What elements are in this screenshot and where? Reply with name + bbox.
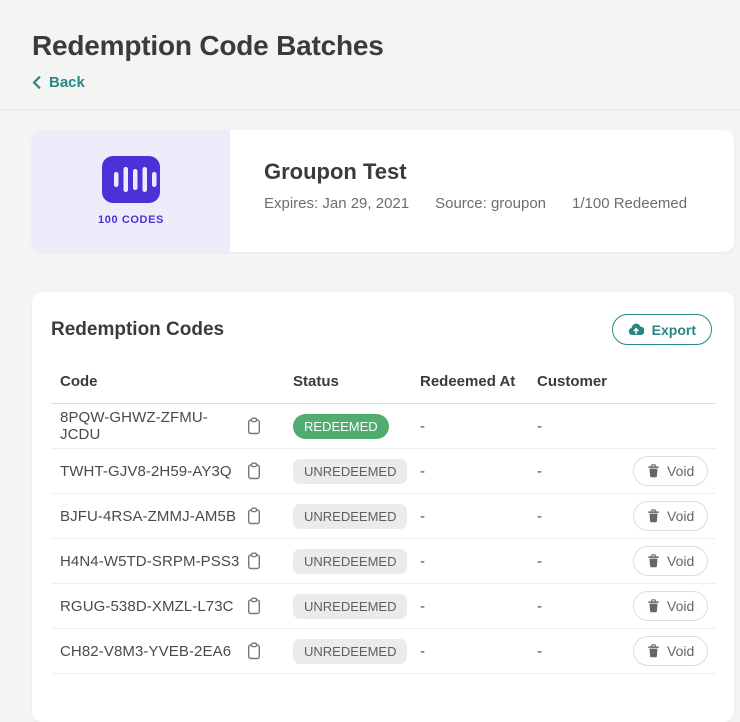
redeemed-at-value: -	[411, 583, 528, 629]
redeemed-at-value: -	[411, 493, 528, 539]
table-row: CH82-V8M3-YVEB-2EA6 UNREDEEMED - - Void	[51, 628, 716, 674]
void-button[interactable]: Void	[633, 501, 709, 531]
void-button[interactable]: Void	[633, 546, 709, 576]
trash-icon	[647, 554, 660, 568]
void-label: Void	[667, 508, 695, 524]
trash-icon	[647, 509, 660, 523]
void-button[interactable]: Void	[633, 591, 709, 621]
table-row: RGUG-538D-XMZL-L73C UNREDEEMED - - Void	[51, 583, 716, 629]
back-label: Back	[49, 74, 85, 91]
table-row: H4N4-W5TD-SRPM-PSS3 UNREDEEMED - - Void	[51, 538, 716, 584]
col-header-actions	[624, 373, 716, 404]
code-value: RGUG-538D-XMZL-L73C	[60, 597, 234, 615]
void-label: Void	[667, 553, 695, 569]
batch-name: Groupon Test	[264, 159, 407, 184]
page-title: Redemption Code Batches	[32, 30, 384, 61]
redeemed-at-value: -	[411, 448, 528, 494]
table-row: BJFU-4RSA-ZMMJ-AM5B UNREDEEMED - - Void	[51, 493, 716, 539]
code-value: H4N4-W5TD-SRPM-PSS3	[60, 552, 240, 570]
batch-expires: Expires: Jan 29, 2021	[264, 195, 410, 212]
codes-table-body: 8PQW-GHWZ-ZFMU-JCDU REDEEMED - - TWHT-GJ…	[51, 403, 716, 674]
customer-value: -	[528, 628, 624, 674]
codes-card-header: Redemption Codes Export	[32, 292, 734, 345]
table-row: TWHT-GJV8-2H59-AY3Q UNREDEEMED - - Void	[51, 448, 716, 494]
void-label: Void	[667, 463, 695, 479]
customer-value: -	[528, 403, 624, 449]
redeemed-at-value: -	[411, 538, 528, 584]
batch-source: Source: groupon	[435, 195, 547, 212]
code-value: BJFU-4RSA-ZMMJ-AM5B	[60, 507, 237, 525]
code-value: 8PQW-GHWZ-ZFMU-JCDU	[60, 409, 208, 443]
customer-value: -	[528, 493, 624, 539]
clipboard-icon[interactable]	[247, 417, 261, 435]
status-badge: UNREDEEMED	[293, 638, 408, 664]
col-header-customer: Customer	[528, 373, 624, 404]
status-badge: UNREDEEMED	[293, 503, 408, 529]
barcode-icon	[102, 156, 160, 203]
col-header-code: Code	[51, 373, 284, 404]
code-value: CH82-V8M3-YVEB-2EA6	[60, 642, 232, 660]
cloud-upload-icon	[628, 323, 644, 336]
table-row: 8PQW-GHWZ-ZFMU-JCDU REDEEMED - -	[51, 403, 716, 449]
clipboard-icon[interactable]	[247, 507, 261, 525]
void-button[interactable]: Void	[633, 636, 709, 666]
customer-value: -	[528, 448, 624, 494]
clipboard-icon[interactable]	[247, 552, 261, 570]
export-label: Export	[651, 321, 696, 338]
header-divider	[0, 109, 740, 110]
clipboard-icon[interactable]	[247, 597, 261, 615]
customer-value: -	[528, 538, 624, 584]
void-label: Void	[667, 643, 695, 659]
status-badge: REDEEMED	[293, 413, 389, 439]
codes-table: Code Status Redeemed At Customer 8PQW-GH…	[51, 373, 716, 674]
clipboard-icon[interactable]	[247, 642, 261, 660]
void-button[interactable]: Void	[633, 456, 709, 486]
batch-card[interactable]: 100 CODES Groupon Test Expires: Jan 29, …	[32, 130, 734, 252]
redeemed-at-value: -	[411, 403, 528, 449]
trash-icon	[647, 644, 660, 658]
col-header-redeemed-at: Redeemed At	[411, 373, 528, 404]
trash-icon	[647, 599, 660, 613]
void-label: Void	[667, 598, 695, 614]
trash-icon	[647, 464, 660, 478]
codes-count-label: 100 CODES	[98, 214, 164, 226]
col-header-status: Status	[284, 373, 411, 404]
clipboard-icon[interactable]	[247, 462, 261, 480]
code-value: TWHT-GJV8-2H59-AY3Q	[60, 462, 232, 480]
batch-card-icon-panel: 100 CODES	[32, 130, 230, 252]
export-button[interactable]: Export	[611, 314, 712, 345]
redemption-codes-card: Redemption Codes Export Code Status Rede…	[32, 292, 734, 722]
redeemed-at-value: -	[411, 628, 528, 674]
customer-value: -	[528, 583, 624, 629]
status-badge: UNREDEEMED	[293, 593, 408, 619]
batch-card-details: Groupon Test Expires: Jan 29, 2021 Sourc…	[230, 130, 734, 252]
codes-card-title: Redemption Codes	[51, 318, 225, 340]
status-badge: UNREDEEMED	[293, 548, 408, 574]
status-badge: UNREDEEMED	[293, 458, 408, 484]
chevron-left-icon	[32, 76, 41, 89]
batch-meta: Expires: Jan 29, 2021 Source: groupon 1/…	[264, 195, 734, 212]
back-link[interactable]: Back	[32, 74, 85, 91]
batch-redeemed-count: 1/100 Redeemed	[572, 195, 688, 212]
table-header-row: Code Status Redeemed At Customer	[51, 373, 716, 404]
